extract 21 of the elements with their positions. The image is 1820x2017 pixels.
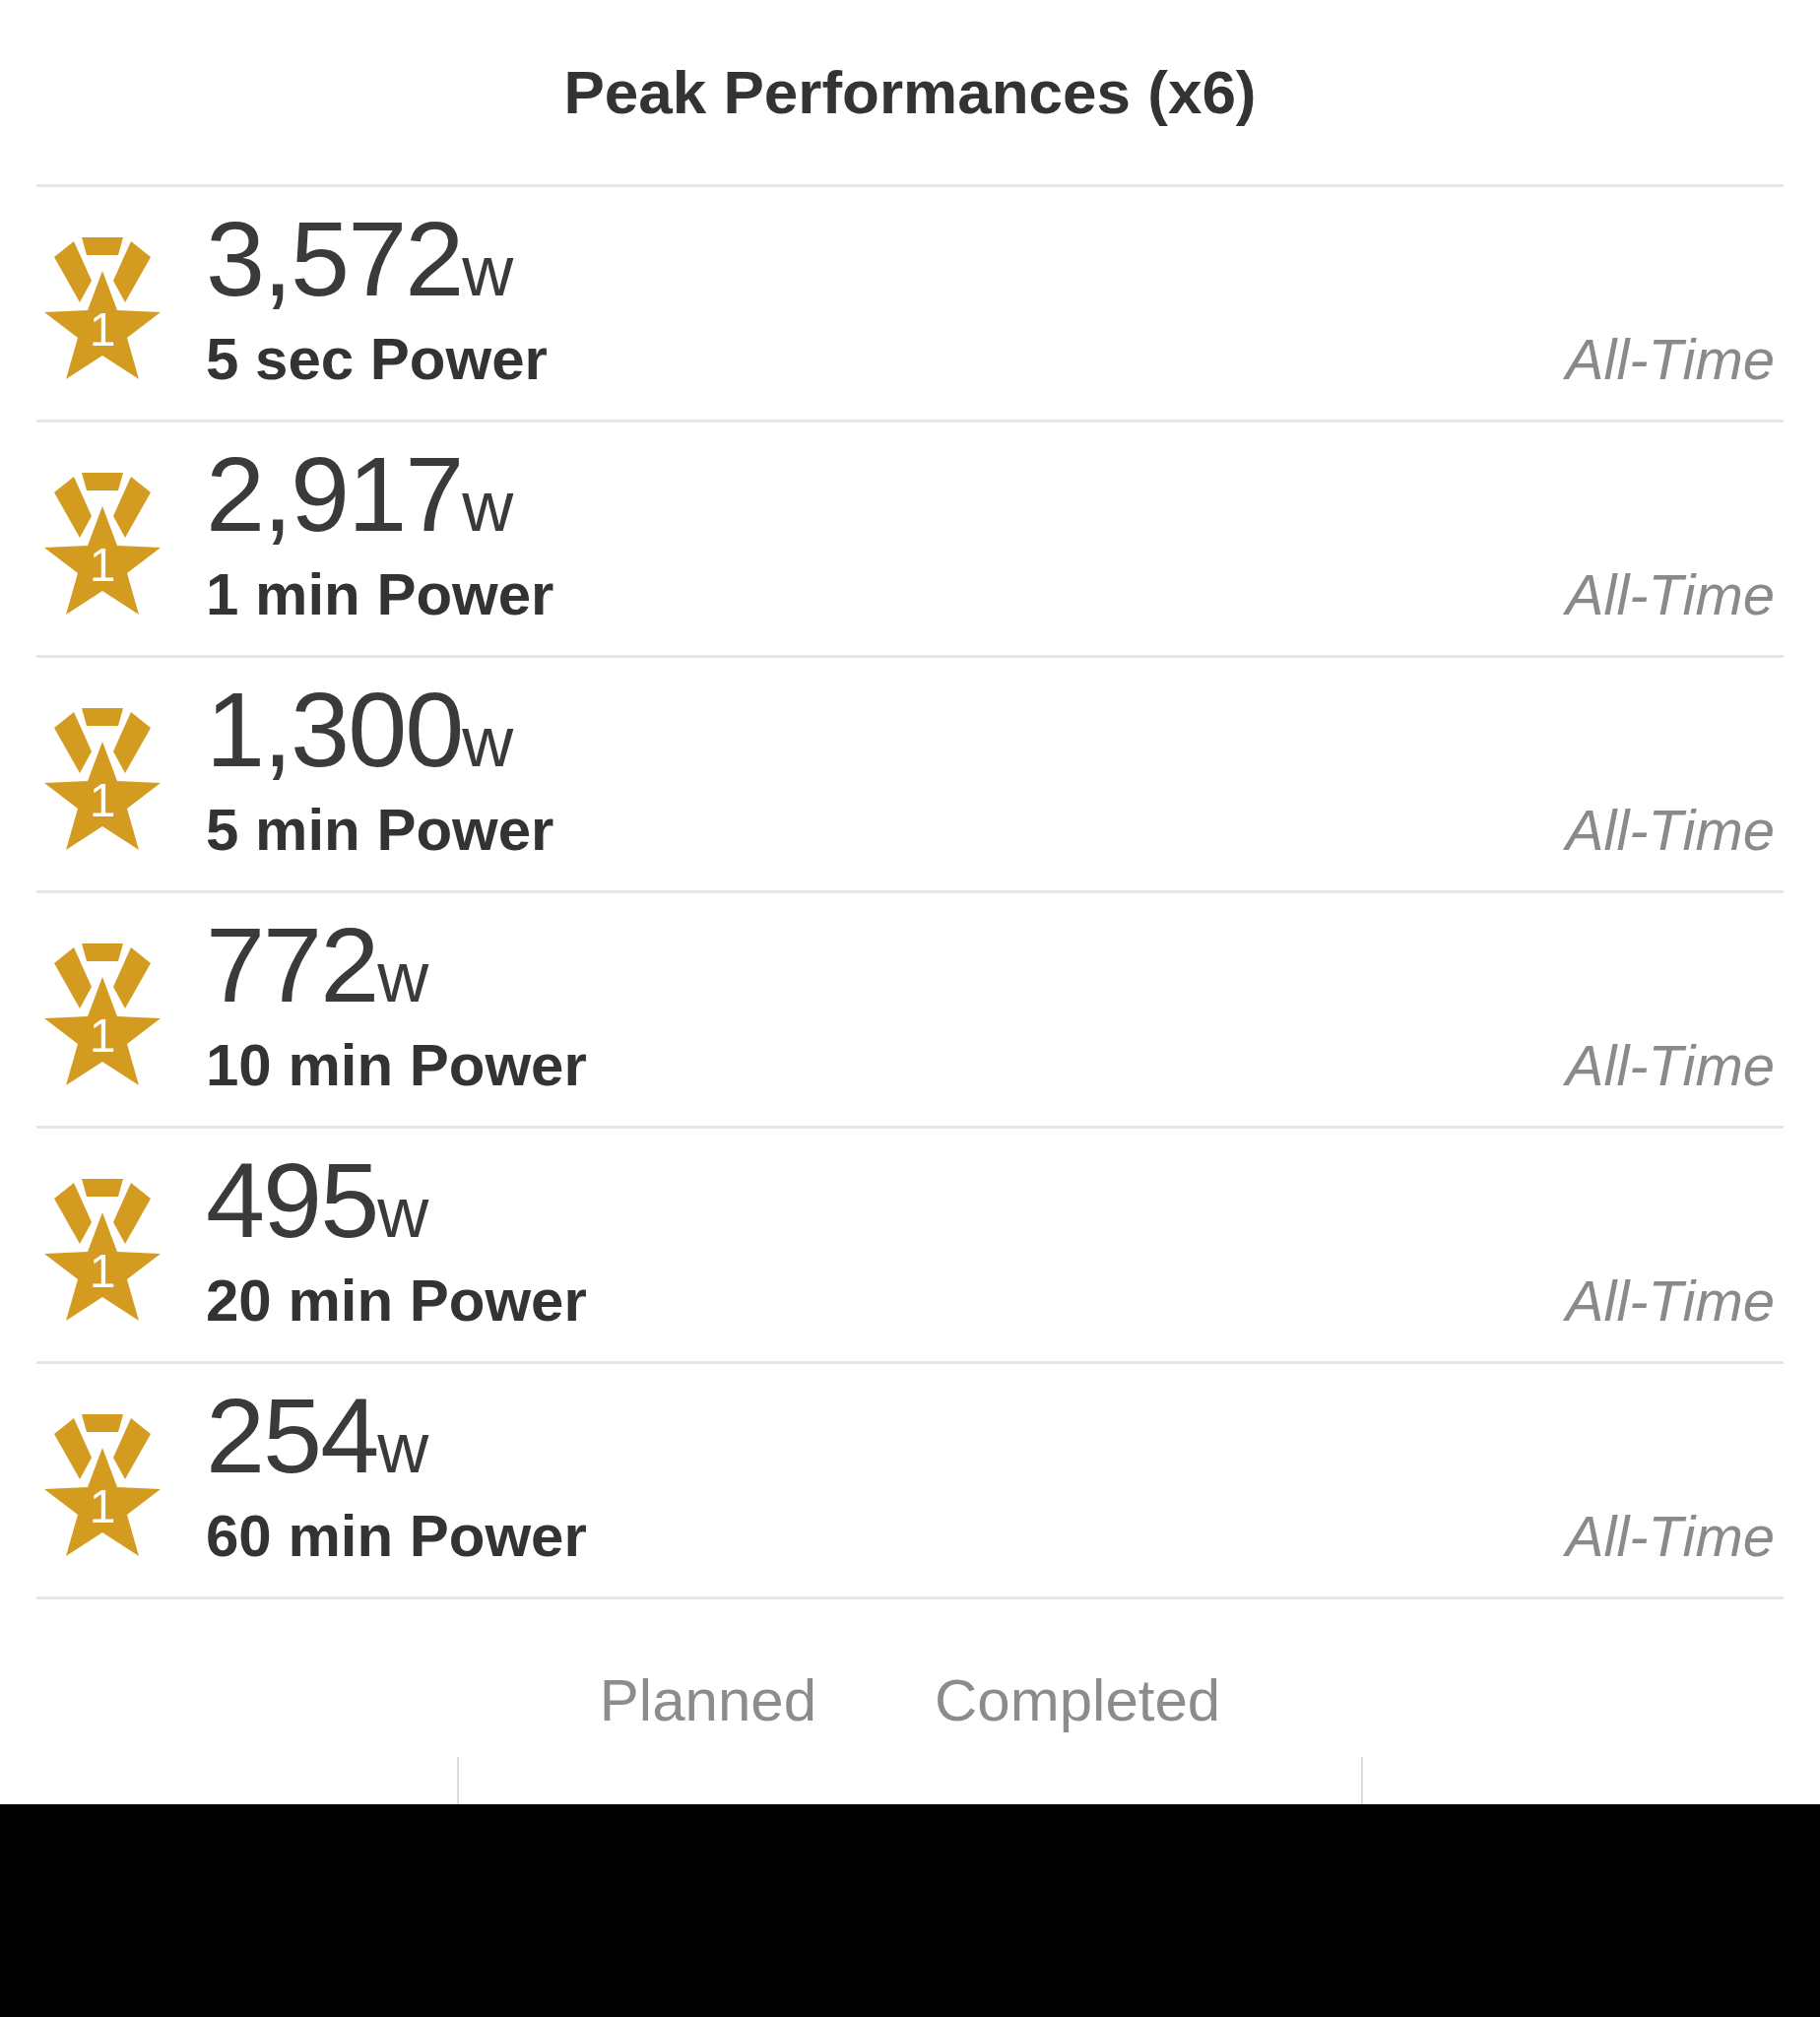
duration-label: 10 min Power xyxy=(206,1030,587,1100)
period-label: All-Time xyxy=(1565,1031,1775,1099)
period-label: All-Time xyxy=(1565,560,1775,628)
power-value: 254w xyxy=(206,1380,429,1492)
power-value: 3,572w xyxy=(206,203,514,315)
duration-label: 20 min Power xyxy=(206,1266,587,1335)
period-label: All-Time xyxy=(1565,796,1775,864)
power-value: 772w xyxy=(206,909,429,1021)
duration-label: 1 min Power xyxy=(206,559,554,629)
tab[interactable]: Planned xyxy=(599,1657,816,1745)
period-label: All-Time xyxy=(1565,1502,1775,1570)
power-value: 2,917w xyxy=(206,438,514,551)
period-label: All-Time xyxy=(1565,1267,1775,1334)
duration-label: 5 sec Power xyxy=(206,324,548,394)
page-title: Peak Performances (x6) xyxy=(563,57,1257,128)
duration-label: 5 min Power xyxy=(206,795,554,865)
period-label: All-Time xyxy=(1565,325,1775,393)
power-value: 1,300w xyxy=(206,674,514,786)
duration-label: 60 min Power xyxy=(206,1501,587,1571)
tab[interactable]: Completed xyxy=(935,1657,1221,1745)
power-value: 495w xyxy=(206,1144,429,1257)
